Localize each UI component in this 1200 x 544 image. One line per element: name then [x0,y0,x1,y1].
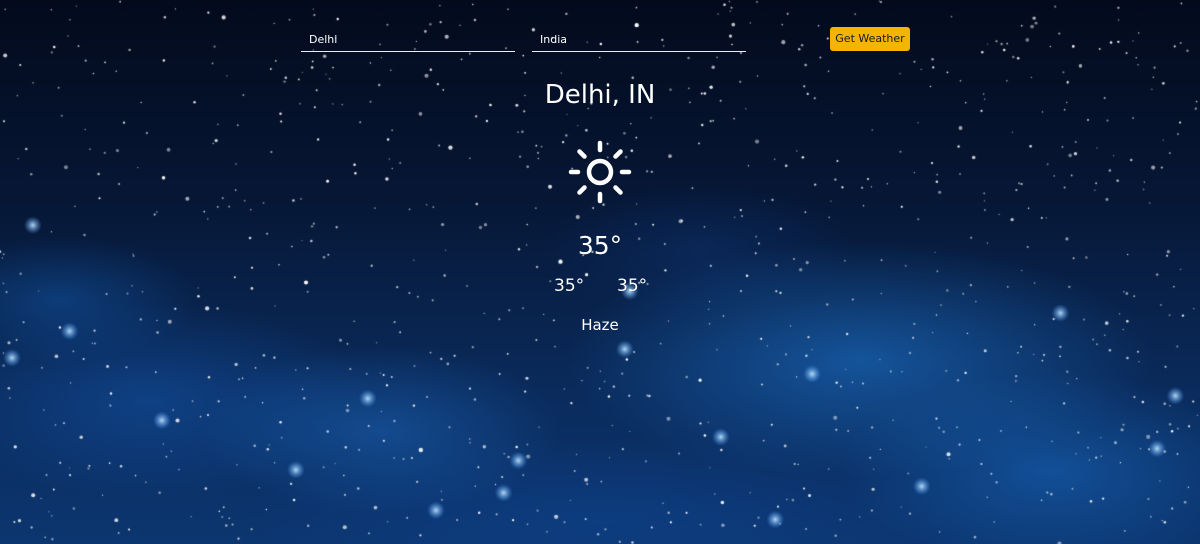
min-temperature: 35° [554,276,585,296]
country-input[interactable] [532,28,746,50]
city-field[interactable] [301,28,515,52]
sun-icon [568,140,632,204]
get-weather-button[interactable]: Get Weather [830,27,910,51]
max-temperature: 35° [617,276,648,296]
location-title: Delhi, IN [544,80,656,110]
country-field[interactable] [532,28,746,52]
weather-description: Haze [581,316,619,334]
city-input[interactable] [301,28,515,50]
current-temperature: 35° [577,231,623,260]
